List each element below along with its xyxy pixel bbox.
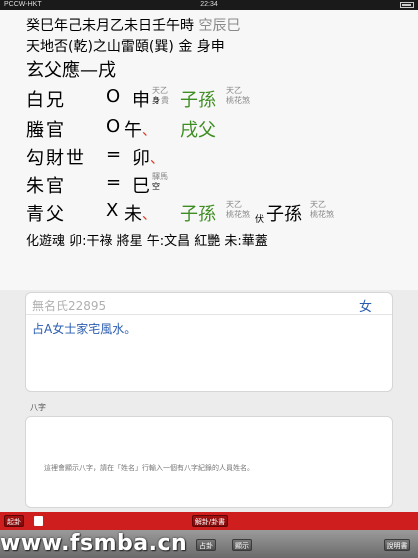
watermark: www.fsmba.cn [0,531,188,556]
dong-mark: 、 [142,207,156,223]
fu-liuqin: 子孫 [266,204,302,225]
liuqin: 官 [46,120,64,141]
question-input[interactable]: 占A女士家宅風水。 [32,320,136,337]
yao-line-5: 白 兄 O 申 天乙 身 貴 子孫 天乙 桃花煞 [26,86,406,112]
liuqin: 父 [44,60,62,81]
shensha-note: 天乙 [310,200,326,209]
bazi-hint: 這裡會顯示八字，請在「姓名」行輸入一個有八字紀錄的人員姓名。 [44,464,254,472]
shensha-note: 桃花煞 [226,96,250,105]
battery-icon [400,2,414,8]
yao-line-6: 玄父應—戌 [26,56,116,82]
shen-mark: 身 [152,96,160,105]
yao-line-4: 螣 官 O 午 、 戌父 [26,116,406,142]
kong-wang: 空辰巳 [198,18,241,34]
liushen: 勾 [26,148,44,169]
liushen: 朱 [26,176,44,197]
qigua-button[interactable]: 起卦 [4,515,24,527]
shensha-note: 桃花煞 [310,210,334,219]
date-ganzhi: 癸巳年己未月乙未日壬午時 [26,18,194,34]
yao-mark: = [106,172,122,193]
shensha-summary: 化遊魂 卯:干祿 將星 午:文昌 紅艷 未:華蓋 [26,234,268,249]
yao-mark: = [106,144,122,165]
ganzhi: 巳 [132,176,150,197]
action-toolbar: 起卦 解卦/卦書 [0,512,418,530]
dong-mark: 、 [150,151,164,167]
ganzhi: 戌 [98,60,116,81]
shensha-note: 天乙 [226,200,242,209]
changed-liuqin: 戌父 [180,120,216,141]
ganzhi: 午 [124,120,142,141]
jiegua-button[interactable]: 解卦/卦書 [192,515,228,527]
status-bar: PCCW-HKT 22:34 [0,0,418,10]
kong-mark: 空 [152,182,160,191]
gua-line: 天地否(乾)之山雷頤(巽) 金 身申 [26,36,225,56]
shensha-note: 驛馬 [152,172,168,181]
yao-line-2: 朱 官 = 巳 驛馬 空 [26,172,406,198]
bazi-card[interactable]: 這裡會顯示八字，請在「姓名」行輸入一個有八字紀錄的人員姓名。 [25,416,393,508]
ganzhi: 申 [132,90,150,111]
liuqin: 父 [46,204,64,225]
manual-button[interactable]: 說明書 [384,539,410,551]
yao-line-1: 青 父 X 未 、 子孫 天乙 桃花煞 伏 子孫 天乙 桃花煞 [26,200,406,228]
shensha-note: 天乙 [152,86,168,95]
liuqin: 財 [46,148,64,169]
yao-mark: — [80,60,98,81]
name-row: 無名氏22895 女 [26,293,392,315]
shensha-note: 貴 [161,96,169,105]
yao-line-3: 勾 財 世 = 卯 、 [26,144,406,170]
gender-toggle[interactable]: 女 [359,296,372,315]
liushen: 玄 [26,60,44,81]
question-card: 無名氏22895 女 占A女士家宅風水。 [25,292,393,392]
date-line: 癸巳年己未月乙未日壬午時 空辰巳 [26,15,240,35]
gua-name: 天地否(乾)之山雷頤(巽) [26,39,174,55]
bazi-label: 八字 [30,403,46,412]
liushen: 螣 [26,120,44,141]
gua-element: 金 [178,39,193,55]
liushen: 青 [26,204,44,225]
zhangua-button[interactable]: 占卦 [196,539,216,551]
yao-mark: X [106,200,119,221]
liushen: 白 [26,90,44,111]
shi-ying: 世 [66,148,84,169]
shensha-note: 桃花煞 [226,210,250,219]
yao-mark: O [106,116,121,137]
ganzhi: 未 [124,204,142,225]
yao-mark: O [106,86,121,107]
changed-liuqin: 子孫 [180,204,216,225]
book-icon[interactable] [34,516,43,526]
changed-liuqin: 子孫 [180,90,216,111]
display-button[interactable]: 顯示 [232,539,252,551]
fu-mark: 伏 [255,215,265,225]
liuqin: 兄 [46,90,64,111]
liuqin: 官 [46,176,64,197]
shi-ying: 應 [62,60,80,81]
ganzhi: 卯 [132,148,150,169]
dong-mark: 、 [142,123,156,139]
hexagram-panel: 癸巳年己未月乙未日壬午時 空辰巳 天地否(乾)之山雷頤(巽) 金 身申 玄父應—… [0,10,418,290]
shensha-note: 天乙 [226,86,242,95]
name-input[interactable]: 無名氏22895 [32,297,106,314]
clock: 22:34 [200,1,218,8]
shen: 身申 [196,39,225,55]
